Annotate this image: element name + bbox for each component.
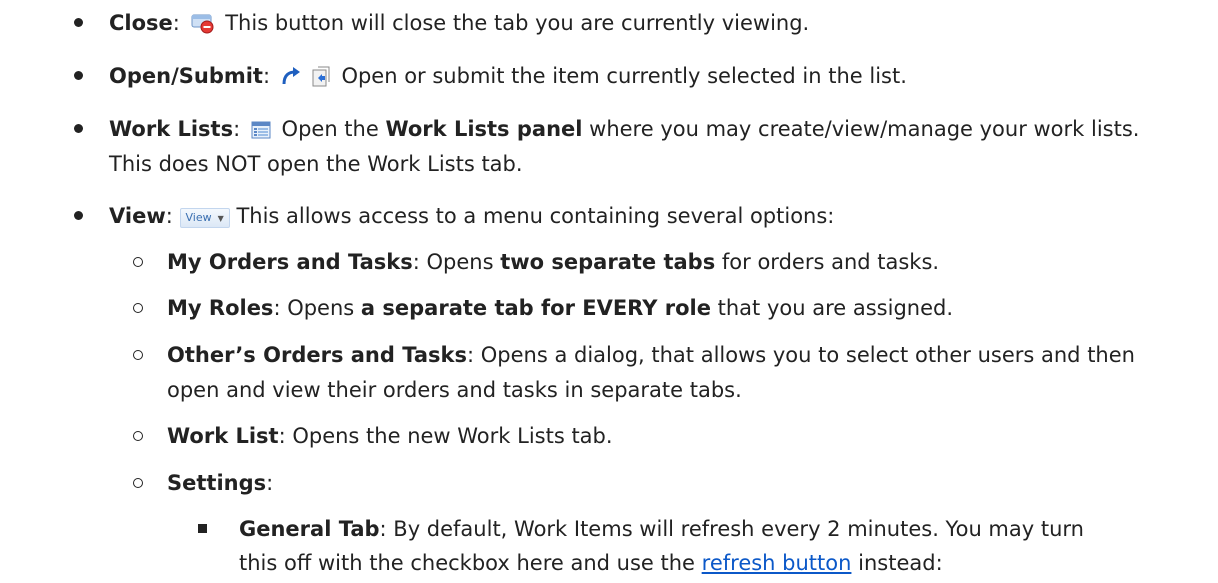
bullet <box>122 421 154 451</box>
view-menu-button: View ▼ <box>179 208 230 228</box>
bullet <box>62 61 94 91</box>
bullet <box>62 114 94 144</box>
refresh-button-link[interactable]: refresh button <box>702 551 852 575</box>
general-tab-line2: this off with the checkbox here and use … <box>239 551 943 575</box>
bullet <box>62 8 94 38</box>
bullet <box>62 201 94 231</box>
view-label: View <box>109 204 166 228</box>
open-submit-label: Open/Submit <box>109 64 263 88</box>
help-document: Close: This button will close the tab yo… <box>0 0 1218 583</box>
close-label: Close <box>109 11 173 35</box>
bullet <box>186 514 218 544</box>
bullet <box>122 247 154 277</box>
work-lists-panel-icon <box>250 119 272 149</box>
others-line2: open and view their orders and tasks in … <box>167 378 742 402</box>
close-description: This button will close the tab you are c… <box>225 11 810 35</box>
bullet <box>122 293 154 323</box>
chevron-down-icon: ▼ <box>217 214 224 223</box>
work-lists-label: Work Lists <box>109 117 234 141</box>
work-lists-line2: This does NOT open the Work Lists tab. <box>109 152 523 176</box>
close-tab-icon <box>190 13 216 43</box>
open-submit-description: Open or submit the item currently select… <box>341 64 907 88</box>
work-lists-panel-phrase: Work Lists panel <box>385 117 583 141</box>
bullet <box>122 468 154 498</box>
bullet <box>122 340 154 370</box>
open-arrow-icon <box>280 66 304 96</box>
submit-document-icon <box>310 66 332 96</box>
view-description: This allows access to a menu containing … <box>236 204 835 228</box>
